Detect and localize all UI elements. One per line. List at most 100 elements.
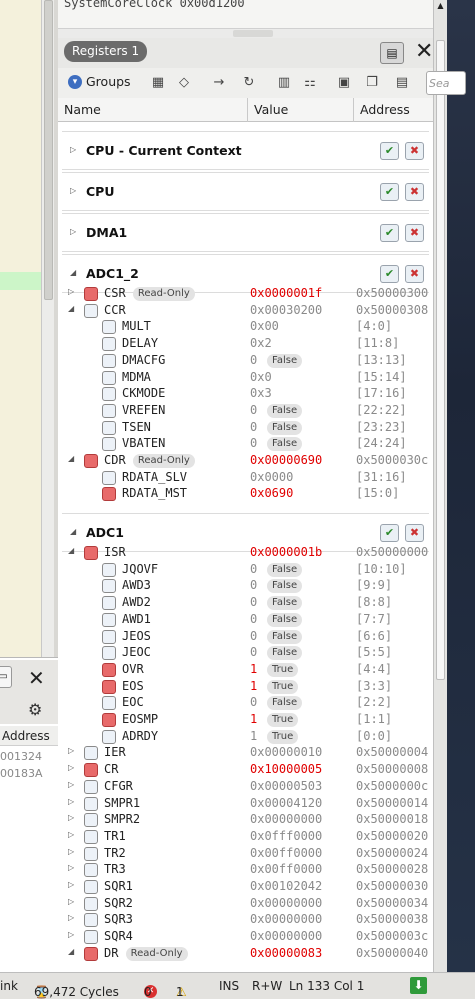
groups-dropdown[interactable]: ▾ Groups: [68, 74, 131, 89]
group-cpu-current-context[interactable]: ▷ CPU - Current Context ✔ ✖: [62, 131, 429, 170]
register-row-adrdy[interactable]: ADRDY 1 True [0:0]: [58, 729, 433, 746]
register-value[interactable]: 0: [250, 436, 257, 450]
register-row-tsen[interactable]: TSEN 0 False [23:23]: [58, 420, 433, 437]
cancel-icon[interactable]: ✖: [405, 524, 424, 542]
register-value[interactable]: 0x00102042: [250, 879, 322, 893]
register-value[interactable]: 0x2: [250, 336, 272, 350]
check-icon[interactable]: ✔: [380, 224, 399, 242]
close-icon[interactable]: ✕: [28, 666, 45, 690]
register-row-ccr[interactable]: ◢ CCR 0x00030200 0x50000308: [58, 303, 433, 320]
register-row-smpr1[interactable]: ▷ SMPR1 0x00004120 0x50000014: [58, 796, 433, 813]
register-value[interactable]: 0x00000000: [250, 896, 322, 910]
register-row-eos[interactable]: EOS 1 True [3:3]: [58, 679, 433, 696]
register-row-jeos[interactable]: JEOS 0 False [6:6]: [58, 629, 433, 646]
close-icon[interactable]: ✕: [415, 38, 433, 66]
tree-icon[interactable]: ⚏: [302, 75, 318, 90]
expand-icon[interactable]: ▷: [68, 763, 74, 772]
expand-icon[interactable]: ▷: [68, 897, 74, 906]
register-value[interactable]: 0x0: [250, 370, 272, 384]
register-row-isr[interactable]: ◢ ISR 0x0000001b 0x50000000: [58, 545, 433, 562]
collapse-icon[interactable]: ◢: [68, 454, 74, 463]
arrow-right-icon[interactable]: →: [211, 75, 227, 90]
scrollbar-grip[interactable]: [233, 30, 273, 37]
expand-icon[interactable]: ▷: [68, 746, 74, 755]
collapse-icon[interactable]: ◢: [68, 947, 74, 956]
register-row-csr[interactable]: ▷ CSR Read-Only 0x0000001f 0x50000300: [58, 286, 433, 303]
columns-icon[interactable]: ▥: [276, 75, 292, 90]
register-row-sqr4[interactable]: ▷ SQR4 0x00000000 0x5000003c: [58, 929, 433, 946]
refresh-icon[interactable]: ↻: [241, 75, 257, 90]
register-value[interactable]: 1: [250, 729, 257, 743]
register-row-tr3[interactable]: ▷ TR3 0x00ff0000 0x50000028: [58, 862, 433, 879]
register-value[interactable]: 0: [250, 595, 257, 609]
expand-icon[interactable]: ▷: [68, 287, 74, 296]
register-value[interactable]: 0x3: [250, 386, 272, 400]
register-value[interactable]: 0: [250, 645, 257, 659]
register-value[interactable]: 0x00: [250, 319, 279, 333]
register-value[interactable]: 0x0000: [250, 470, 293, 484]
expand-icon[interactable]: ▷: [68, 913, 74, 922]
column-name[interactable]: Name: [58, 98, 248, 122]
expand-icon[interactable]: ▷: [70, 227, 76, 236]
register-value[interactable]: 0: [250, 695, 257, 709]
cancel-icon[interactable]: ✖: [405, 224, 424, 242]
register-row-ckmode[interactable]: CKMODE 0x3 [17:16]: [58, 386, 433, 403]
register-row-delay[interactable]: DELAY 0x2 [11:8]: [58, 336, 433, 353]
editor-scrollbar[interactable]: [41, 0, 54, 657]
register-value[interactable]: 0x00000690: [250, 453, 322, 467]
expand-icon[interactable]: ▷: [70, 145, 76, 154]
code-editor[interactable]: [0, 0, 41, 657]
gear-icon[interactable]: ⚙: [28, 700, 42, 719]
register-value[interactable]: 0: [250, 612, 257, 626]
check-icon[interactable]: ✔: [380, 142, 399, 160]
copy-icon[interactable]: ❐: [364, 75, 380, 90]
check-icon[interactable]: ✔: [380, 183, 399, 201]
chip-icon[interactable]: ▦: [150, 75, 166, 90]
register-row-vrefen[interactable]: VREFEN 0 False [22:22]: [58, 403, 433, 420]
search-input[interactable]: Sea: [426, 71, 466, 95]
register-row-ier[interactable]: ▷ IER 0x00000010 0x50000004: [58, 745, 433, 762]
register-value[interactable]: 0x00000083: [250, 946, 322, 960]
register-value[interactable]: 1: [250, 679, 257, 693]
register-value[interactable]: 0: [250, 578, 257, 592]
register-value[interactable]: 0x00004120: [250, 796, 322, 810]
register-row-eoc[interactable]: EOC 0 False [2:2]: [58, 695, 433, 712]
register-value[interactable]: 0x00000000: [250, 929, 322, 943]
cancel-icon[interactable]: ✖: [405, 183, 424, 201]
register-value[interactable]: 0: [250, 629, 257, 643]
editor-scrollbar-thumb[interactable]: [44, 0, 53, 300]
register-row-eosmp[interactable]: EOSMP 1 True [1:1]: [58, 712, 433, 729]
scroll-up-icon[interactable]: ▲: [435, 0, 446, 12]
collapse-icon[interactable]: ◢: [70, 268, 76, 277]
register-row-vbaten[interactable]: VBATEN 0 False [24:24]: [58, 436, 433, 453]
register-value[interactable]: 0x00ff0000: [250, 846, 322, 860]
register-row-sqr2[interactable]: ▷ SQR2 0x00000000 0x50000034: [58, 896, 433, 913]
register-value[interactable]: 0x00000503: [250, 779, 322, 793]
collapse-icon[interactable]: ◢: [68, 304, 74, 313]
expand-icon[interactable]: ▷: [68, 780, 74, 789]
register-value[interactable]: 1: [250, 662, 257, 676]
download-icon[interactable]: ⬇: [410, 977, 427, 994]
check-icon[interactable]: ✔: [380, 524, 399, 542]
register-row-mdma[interactable]: MDMA 0x0 [15:14]: [58, 370, 433, 387]
register-row-mult[interactable]: MULT 0x00 [4:0]: [58, 319, 433, 336]
expand-icon[interactable]: ▷: [68, 863, 74, 872]
cancel-icon[interactable]: ✖: [405, 142, 424, 160]
register-row-tr2[interactable]: ▷ TR2 0x00ff0000 0x50000024: [58, 846, 433, 863]
horizontal-scrollbar[interactable]: [58, 28, 433, 38]
column-address[interactable]: Address: [354, 98, 433, 122]
register-row-tr1[interactable]: ▷ TR1 0x0fff0000 0x50000020: [58, 829, 433, 846]
group-dma1[interactable]: ▷ DMA1 ✔ ✖: [62, 213, 429, 252]
export-icon[interactable]: ▤: [394, 75, 410, 90]
register-row-sqr1[interactable]: ▷ SQR1 0x00102042 0x50000030: [58, 879, 433, 896]
column-value[interactable]: Value: [248, 98, 354, 122]
register-row-smpr2[interactable]: ▷ SMPR2 0x00000000 0x50000018: [58, 812, 433, 829]
register-value[interactable]: 0x00ff0000: [250, 862, 322, 876]
register-row-sqr3[interactable]: ▷ SQR3 0x00000000 0x50000038: [58, 912, 433, 929]
register-value[interactable]: 0x00000000: [250, 912, 322, 926]
tab-registers[interactable]: Registers 1: [64, 41, 148, 62]
collapse-icon[interactable]: ◢: [70, 527, 76, 536]
register-value[interactable]: 1: [250, 712, 257, 726]
expand-icon[interactable]: ▷: [68, 797, 74, 806]
eraser-icon[interactable]: ◇: [176, 75, 192, 90]
